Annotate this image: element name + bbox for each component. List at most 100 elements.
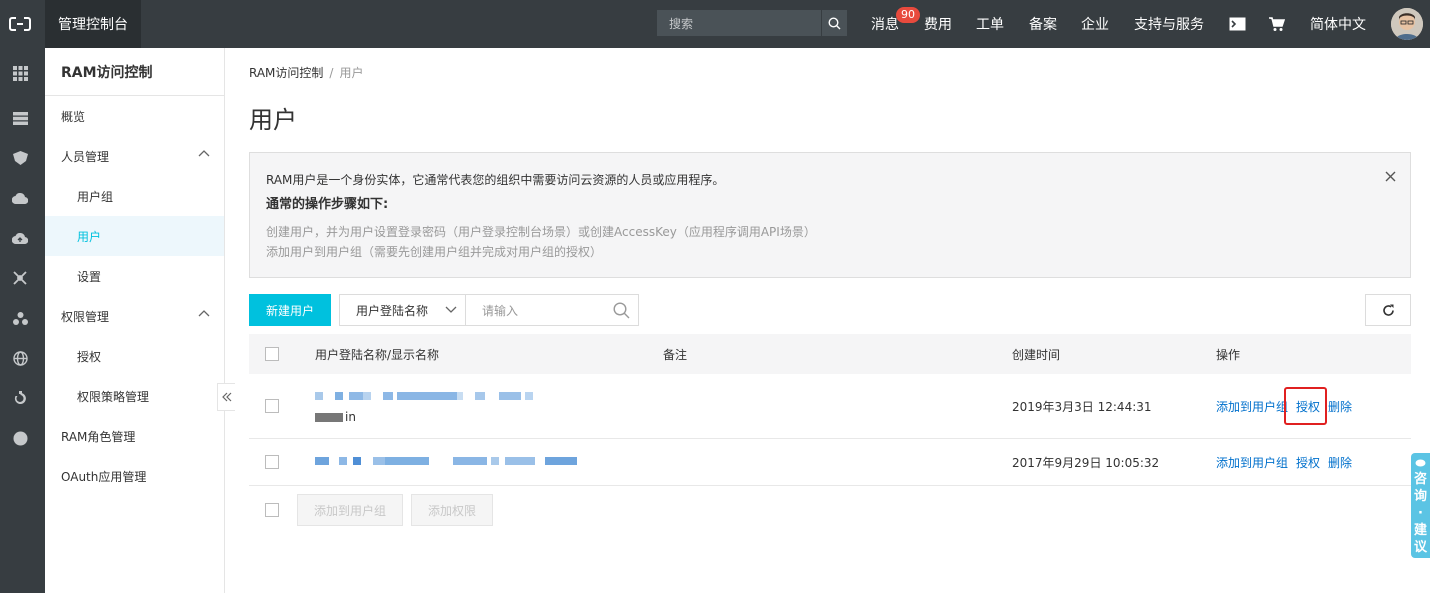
sidebar-item-label: 设置 bbox=[77, 269, 102, 284]
table-row: in 2019年3月3日 12:44:31 添加到用户组 授权 删除 bbox=[249, 374, 1411, 439]
grant-link[interactable]: 授权 bbox=[1296, 454, 1320, 471]
message-count-badge: 90 bbox=[896, 7, 920, 23]
sidebar-item-ram-roles[interactable]: RAM角色管理 bbox=[45, 416, 224, 456]
refresh-button[interactable] bbox=[1365, 294, 1411, 326]
feedback-char: 询 bbox=[1413, 489, 1427, 504]
search-icon[interactable] bbox=[821, 10, 847, 36]
sidebar-item-label: 用户 bbox=[77, 229, 102, 244]
chevron-down-icon bbox=[445, 306, 457, 313]
collapse-sidebar-button[interactable] bbox=[217, 383, 235, 411]
monitor-icon[interactable] bbox=[10, 388, 30, 408]
display-name-suffix: in bbox=[345, 410, 356, 424]
sidebar-item-users[interactable]: 用户 bbox=[45, 216, 224, 256]
double-chevron-left-icon bbox=[221, 392, 231, 402]
cart-icon[interactable] bbox=[1269, 0, 1285, 48]
sidebar-item-label: OAuth应用管理 bbox=[61, 469, 147, 484]
chat-icon bbox=[1415, 459, 1426, 467]
bulk-select-checkbox[interactable] bbox=[265, 503, 279, 517]
sidebar-item-settings[interactable]: 设置 bbox=[45, 256, 224, 296]
server-icon[interactable] bbox=[10, 108, 30, 128]
sidebar-item-label: 用户组 bbox=[77, 189, 114, 204]
table-row: 2017年9月29日 10:05:32 添加到用户组 授权 删除 bbox=[249, 439, 1411, 486]
redacted-display-name bbox=[315, 412, 343, 422]
nav-tickets[interactable]: 工单 bbox=[976, 0, 1004, 48]
close-icon[interactable] bbox=[1385, 171, 1396, 182]
sidebar-item-policies[interactable]: 权限策略管理 bbox=[45, 376, 224, 416]
add-to-group-link[interactable]: 添加到用户组 bbox=[1216, 398, 1288, 415]
nav-support[interactable]: 支持与服务 bbox=[1134, 0, 1204, 48]
sidebar-item-label: 授权 bbox=[77, 349, 102, 364]
feedback-char: 建 bbox=[1413, 523, 1427, 538]
column-header-name: 用户登陆名称/显示名称 bbox=[315, 347, 440, 362]
new-user-button[interactable]: 新建用户 bbox=[249, 294, 331, 326]
info-notice: RAM用户是一个身份实体，它通常代表您的组织中需要访问云资源的人员或应用程序。 … bbox=[249, 152, 1411, 278]
nav-messages[interactable]: 消息 bbox=[871, 0, 899, 48]
refresh-icon bbox=[1382, 304, 1394, 316]
filter-field-value: 用户登陆名称 bbox=[356, 303, 429, 318]
cluster-icon[interactable] bbox=[10, 308, 30, 328]
user-avatar[interactable] bbox=[1391, 8, 1423, 40]
nav-icp[interactable]: 备案 bbox=[1029, 0, 1057, 48]
global-search-input[interactable]: 搜索 bbox=[657, 15, 821, 32]
created-time: 2017年9月29日 10:05:32 bbox=[1012, 455, 1160, 470]
sidebar: RAM访问控制 概览 人员管理 用户组 用户 设置 权限管理 授权 权限策略管理… bbox=[45, 48, 225, 593]
sidebar-item-label: 权限管理 bbox=[61, 309, 110, 324]
sidebar-item-oauth-apps[interactable]: OAuth应用管理 bbox=[45, 456, 224, 496]
feedback-char: 咨 bbox=[1413, 472, 1427, 487]
column-header-remark: 备注 bbox=[663, 347, 688, 362]
bulk-add-to-group-button[interactable]: 添加到用户组 bbox=[297, 494, 403, 526]
breadcrumb-root[interactable]: RAM访问控制 bbox=[249, 66, 323, 80]
breadcrumb-current: 用户 bbox=[339, 66, 364, 80]
search-icon[interactable] bbox=[613, 302, 630, 319]
row-checkbox[interactable] bbox=[265, 455, 279, 469]
filter-field-select[interactable]: 用户登陆名称 bbox=[339, 294, 466, 326]
notice-intro: RAM用户是一个身份实体，它通常代表您的组织中需要访问云资源的人员或应用程序。 bbox=[266, 173, 725, 187]
sidebar-group-people[interactable]: 人员管理 bbox=[45, 136, 224, 176]
sidebar-title: RAM访问控制 bbox=[45, 48, 224, 96]
sidebar-item-label: 权限策略管理 bbox=[77, 389, 150, 404]
chevron-up-icon bbox=[198, 150, 210, 157]
sidebar-item-label: 概览 bbox=[61, 109, 86, 124]
cloud-icon[interactable] bbox=[10, 188, 30, 208]
user-display-name: in bbox=[315, 410, 356, 424]
language-switch[interactable]: 简体中文 bbox=[1310, 0, 1366, 48]
redacted-user-login-name bbox=[315, 457, 577, 465]
sidebar-item-user-groups[interactable]: 用户组 bbox=[45, 176, 224, 216]
bulk-add-permission-button[interactable]: 添加权限 bbox=[411, 494, 493, 526]
grid-menu-icon[interactable] bbox=[10, 63, 30, 83]
row-checkbox[interactable] bbox=[265, 399, 279, 413]
globe-icon[interactable] bbox=[10, 348, 30, 368]
sidebar-item-grants[interactable]: 授权 bbox=[45, 336, 224, 376]
global-search[interactable]: 搜索 bbox=[657, 10, 847, 36]
sidebar-group-permissions[interactable]: 权限管理 bbox=[45, 296, 224, 336]
delete-link[interactable]: 删除 bbox=[1328, 454, 1352, 471]
aliyun-logo-icon[interactable] bbox=[0, 0, 40, 48]
sidebar-item-overview[interactable]: 概览 bbox=[45, 96, 224, 136]
highlight-box bbox=[1284, 387, 1327, 425]
network-icon[interactable] bbox=[10, 268, 30, 288]
select-all-checkbox[interactable] bbox=[265, 347, 279, 361]
table-header: 用户登陆名称/显示名称 备注 创建时间 操作 bbox=[249, 334, 1411, 374]
feedback-tab[interactable]: 咨 询 · 建 议 bbox=[1411, 453, 1430, 558]
column-header-created: 创建时间 bbox=[1012, 347, 1061, 362]
chevron-up-icon bbox=[198, 310, 210, 317]
add-to-group-link[interactable]: 添加到用户组 bbox=[1216, 454, 1288, 471]
user-search-input[interactable]: 请输入 bbox=[465, 294, 639, 326]
cloud-shell-icon[interactable] bbox=[1229, 0, 1246, 48]
user-search-placeholder: 请输入 bbox=[482, 303, 519, 318]
nav-billing[interactable]: 费用 bbox=[924, 0, 952, 48]
sidebar-item-label: RAM角色管理 bbox=[61, 429, 136, 444]
column-header-actions: 操作 bbox=[1216, 347, 1241, 362]
breadcrumb: RAM访问控制 / 用户 bbox=[249, 64, 363, 81]
circle-icon[interactable] bbox=[10, 428, 30, 448]
breadcrumb-separator: / bbox=[329, 66, 334, 80]
notice-step-1: 创建用户，并为用户设置登录密码（用户登录控制台场景）或创建AccessKey（应… bbox=[266, 225, 816, 239]
shield-icon[interactable] bbox=[10, 148, 30, 168]
top-bar: 管理控制台 搜索 消息 90 费用 工单 备案 企业 支持与服务 简体中文 bbox=[0, 0, 1430, 48]
nav-enterprise[interactable]: 企业 bbox=[1081, 0, 1109, 48]
feedback-char: · bbox=[1418, 506, 1423, 521]
page-title: 用户 bbox=[249, 106, 297, 134]
cloud-upload-icon[interactable] bbox=[10, 228, 30, 248]
delete-link[interactable]: 删除 bbox=[1328, 398, 1352, 415]
console-title[interactable]: 管理控制台 bbox=[45, 0, 141, 48]
